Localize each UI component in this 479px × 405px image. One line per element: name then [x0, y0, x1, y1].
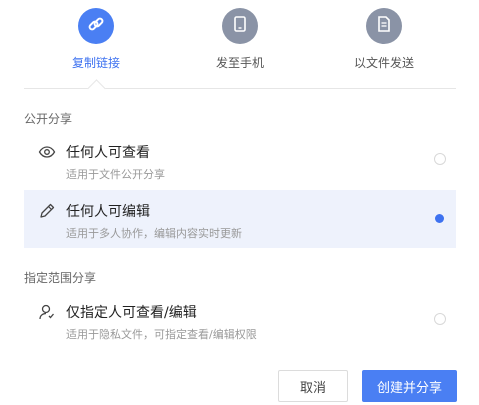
link-icon: [86, 14, 106, 38]
tab-send-to-phone-label: 发至手机: [215, 56, 264, 70]
option-specified-people-title: 仅指定人可查看/编辑: [66, 305, 197, 321]
tab-send-as-file-circle: [366, 8, 402, 44]
option-anyone-view-radio[interactable]: [434, 153, 446, 165]
option-specified-people[interactable]: 仅指定人可查看/编辑 适用于隐私文件，可指定查看/编辑权限: [24, 291, 456, 349]
option-anyone-view-title: 任何人可查看: [66, 145, 150, 161]
option-anyone-edit[interactable]: 任何人可编辑 适用于多人协作，编辑内容实时更新: [24, 190, 456, 248]
public-share-title: 公开分享: [24, 112, 73, 126]
pencil-icon: [38, 202, 56, 220]
create-and-share-button[interactable]: 创建并分享: [362, 370, 457, 402]
eye-icon: [38, 143, 56, 161]
option-anyone-view-desc: 适用于文件公开分享: [66, 168, 165, 181]
option-specified-people-radio[interactable]: [434, 313, 446, 325]
tab-copy-link-label: 复制链接: [71, 56, 120, 70]
user-icon: [38, 303, 56, 321]
option-anyone-view[interactable]: 任何人可查看 适用于文件公开分享: [24, 131, 456, 189]
tab-copy-link[interactable]: 复制链接: [46, 8, 146, 71]
tab-send-to-phone[interactable]: 发至手机: [190, 8, 290, 71]
option-anyone-edit-title: 任何人可编辑: [66, 204, 150, 220]
tab-copy-link-circle: [78, 8, 114, 44]
document-icon: [375, 15, 393, 37]
option-specified-people-desc: 适用于隐私文件，可指定查看/编辑权限: [66, 328, 257, 341]
tab-send-as-file[interactable]: 以文件发送: [334, 8, 434, 71]
tab-send-as-file-label: 以文件发送: [353, 56, 414, 70]
option-anyone-edit-desc: 适用于多人协作，编辑内容实时更新: [66, 227, 242, 240]
cancel-button[interactable]: 取消: [278, 370, 348, 402]
specified-share-title: 指定范围分享: [24, 271, 97, 285]
share-method-tabs: 复制链接 发至手机 以文件发送: [0, 0, 479, 90]
tab-send-to-phone-circle: [222, 8, 258, 44]
option-anyone-edit-radio[interactable]: [435, 214, 444, 223]
phone-icon: [231, 15, 249, 37]
